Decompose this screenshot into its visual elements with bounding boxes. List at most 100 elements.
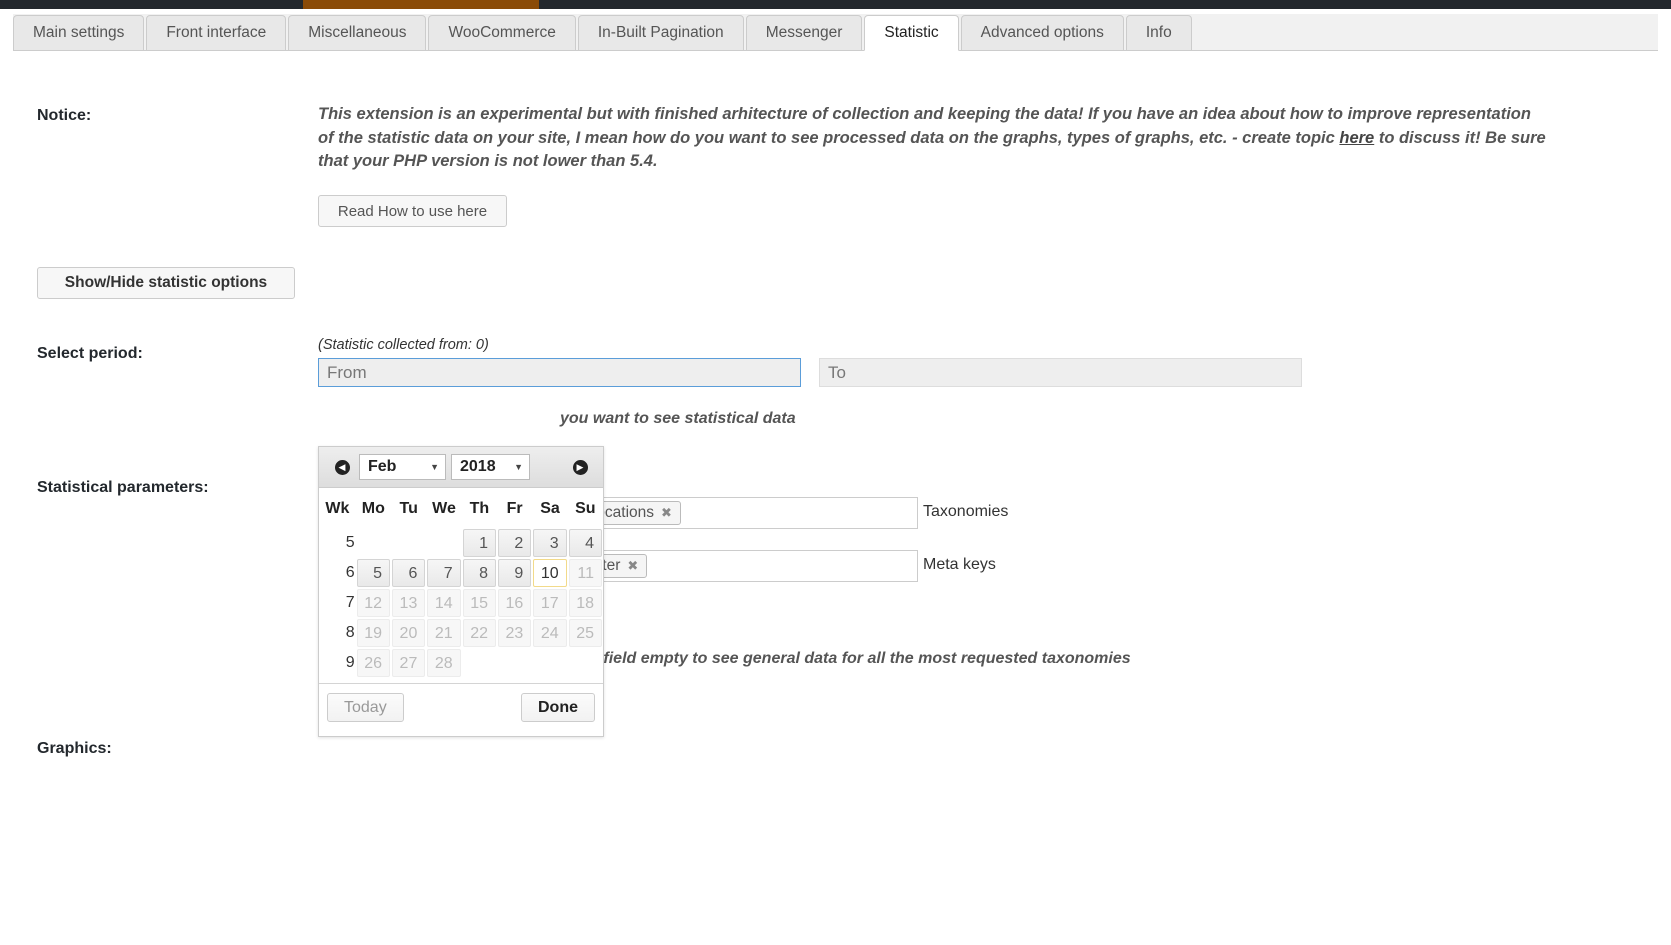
calendar-day[interactable]: 1 bbox=[462, 529, 496, 557]
show-hide-statistic-options-button[interactable]: Show/Hide statistic options bbox=[37, 267, 295, 299]
calendar-day[interactable]: 3 bbox=[533, 529, 567, 557]
period-hint-text: you want to see statistical data bbox=[560, 410, 796, 427]
calendar-day-empty bbox=[427, 529, 460, 557]
calendar-day: 28 bbox=[427, 649, 461, 677]
tab-woocommerce[interactable]: WooCommerce bbox=[428, 15, 576, 51]
calendar-day: 16 bbox=[498, 589, 532, 617]
tab-front-interface[interactable]: Front interface bbox=[146, 15, 287, 51]
calendar-day: 22 bbox=[462, 619, 496, 647]
tab-in-built-pagination[interactable]: In-Built Pagination bbox=[577, 15, 744, 51]
calendar-day-cell: 6 bbox=[391, 558, 426, 588]
calendar-week-number: 9 bbox=[345, 654, 355, 671]
close-icon[interactable]: ✖ bbox=[627, 558, 638, 574]
calendar-dayname-tu: Tu bbox=[399, 500, 418, 517]
calendar-day-cell bbox=[426, 528, 461, 558]
calendar-day: 25 bbox=[568, 619, 602, 647]
calendar-day-cell: 10 bbox=[532, 558, 567, 588]
select-period-label: Select period: bbox=[37, 345, 143, 362]
calendar-dayname-we: We bbox=[432, 500, 456, 517]
calendar-day-cell: 18 bbox=[568, 588, 603, 618]
calendar-day-cell: 16 bbox=[497, 588, 532, 618]
calendar-table: Wk Mo Tu We Th Fr Sa Su 5 1 2 3 4 6 5 6 7 8 9 10 11 7 12 13 14 1… bbox=[319, 492, 603, 678]
calendar-day-cell: 24 bbox=[532, 618, 567, 648]
calendar-day: 19 bbox=[356, 619, 391, 647]
calendar-dayname-su: Su bbox=[575, 500, 596, 517]
calendar-day-cell: 4 bbox=[568, 528, 603, 558]
calendar-day: 17 bbox=[533, 589, 567, 617]
notice-here-link[interactable]: here bbox=[1339, 129, 1374, 147]
calendar-day-empty bbox=[463, 649, 496, 677]
prev-month-icon[interactable]: ◀ bbox=[325, 453, 359, 481]
next-month-icon[interactable]: ▶ bbox=[563, 453, 597, 481]
calendar-day-cell: 22 bbox=[462, 618, 497, 648]
calendar-day-cell: 19 bbox=[356, 618, 391, 648]
calendar-day-cell bbox=[356, 528, 391, 558]
calendar-day: 18 bbox=[568, 589, 602, 617]
read-how-to-use-button[interactable]: Read How to use here bbox=[318, 195, 507, 227]
year-select-value: 2018 bbox=[460, 458, 496, 475]
calendar-day[interactable]: 4 bbox=[568, 529, 602, 557]
calendar-day-cell bbox=[532, 648, 567, 678]
tab-advanced-options[interactable]: Advanced options bbox=[960, 15, 1124, 51]
calendar-day: 12 bbox=[356, 589, 391, 617]
month-select[interactable]: Feb ▼ bbox=[359, 454, 446, 480]
calendar-day-cell: 1 bbox=[462, 528, 497, 558]
month-select-value: Feb bbox=[368, 458, 397, 475]
calendar-day-cell: 14 bbox=[426, 588, 461, 618]
calendar-day-cell: 17 bbox=[532, 588, 567, 618]
notice-text: This extension is an experimental but wi… bbox=[318, 103, 1548, 174]
done-button[interactable]: Done bbox=[521, 693, 595, 722]
year-select[interactable]: 2018 ▼ bbox=[451, 454, 530, 480]
calendar-day-cell: 12 bbox=[356, 588, 391, 618]
chevron-down-icon: ▼ bbox=[514, 462, 523, 472]
calendar-dayname-sa: Sa bbox=[540, 500, 560, 517]
calendar-day[interactable]: 9 bbox=[498, 559, 532, 587]
tab-list: Main settings Front interface Miscellaneou… bbox=[13, 14, 1194, 51]
calendar-day-cell bbox=[497, 648, 532, 678]
calendar-week-number: 7 bbox=[345, 594, 355, 611]
calendar-dayname-th: Th bbox=[469, 500, 490, 517]
period-to-input[interactable]: To bbox=[819, 358, 1302, 387]
today-button[interactable]: Today bbox=[327, 693, 404, 722]
chevron-down-icon: ▼ bbox=[430, 462, 439, 472]
calendar-day[interactable]: 2 bbox=[498, 529, 532, 557]
calendar-day-cell: 20 bbox=[391, 618, 426, 648]
tab-statistic[interactable]: Statistic bbox=[864, 15, 959, 51]
meta-keys-side-label: Meta keys bbox=[923, 556, 996, 573]
calendar-day: 14 bbox=[427, 589, 461, 617]
calendar-day[interactable]: 6 bbox=[392, 559, 426, 587]
calendar-day-cell: 11 bbox=[568, 558, 603, 588]
calendar-day: 27 bbox=[392, 649, 426, 677]
date-picker-popup[interactable]: ◀ Feb ▼ 2018 ▼ ▶ Wk Mo Tu We Th Fr Sa Su 512346… bbox=[318, 446, 604, 737]
calendar-day-cell: 21 bbox=[426, 618, 461, 648]
calendar-day[interactable]: 5 bbox=[356, 559, 391, 587]
calendar-day: 23 bbox=[498, 619, 532, 647]
calendar-day-cell: 23 bbox=[497, 618, 532, 648]
tab-miscellaneous[interactable]: Miscellaneous bbox=[288, 15, 427, 51]
statistic-collected-from-text: (Statistic collected from: 0) bbox=[318, 337, 489, 353]
calendar-day-cell bbox=[462, 648, 497, 678]
calendar-day[interactable]: 8 bbox=[462, 559, 496, 587]
calendar-day: 15 bbox=[462, 589, 496, 617]
calendar-week-number: 5 bbox=[345, 534, 355, 551]
calendar-day[interactable]: 10 bbox=[533, 559, 567, 587]
calendar-dayname-fr: Fr bbox=[506, 500, 523, 517]
calendar-day-cell: 28 bbox=[426, 648, 461, 678]
calendar-body: 5 1 2 3 4 6 5 6 7 8 9 10 11 7 12 13 14 15 16 17 18 8 19 20 21 22 2… bbox=[319, 528, 603, 678]
tab-info[interactable]: Info bbox=[1125, 15, 1192, 51]
tab-messenger[interactable]: Messenger bbox=[745, 15, 863, 51]
calendar-day[interactable]: 7 bbox=[427, 559, 461, 587]
calendar-day-cell: 25 bbox=[568, 618, 603, 648]
date-picker-header: ◀ Feb ▼ 2018 ▼ ▶ bbox=[319, 447, 603, 488]
statistical-parameters-label: Statistical parameters: bbox=[37, 479, 209, 496]
calendar-week-row: 5 1234 bbox=[319, 528, 603, 558]
calendar-day: 26 bbox=[356, 649, 391, 677]
calendar-week-row: 8 19 20 21 22 23 24 25 bbox=[319, 618, 603, 648]
wp-admin-bar bbox=[0, 0, 1671, 9]
tab-main-settings[interactable]: Main settings bbox=[13, 15, 145, 51]
calendar-day-cell: 5 bbox=[356, 558, 391, 588]
calendar-day-empty bbox=[357, 529, 390, 557]
close-icon[interactable]: ✖ bbox=[661, 505, 672, 521]
period-from-input[interactable]: From bbox=[318, 358, 801, 387]
calendar-day-cell: 8 bbox=[462, 558, 497, 588]
